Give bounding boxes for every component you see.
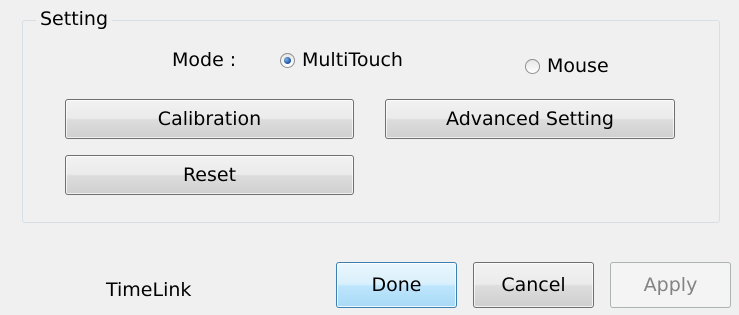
cancel-button[interactable]: Cancel — [473, 262, 594, 308]
done-button[interactable]: Done — [336, 262, 457, 308]
reset-button[interactable]: Reset — [65, 155, 354, 195]
brand-label: TimeLink — [106, 279, 192, 301]
mode-radio-mouse[interactable]: Mouse — [525, 54, 609, 78]
mode-option-mouse-label: Mouse — [547, 55, 609, 77]
mode-label: Mode : — [172, 49, 237, 71]
calibration-button[interactable]: Calibration — [65, 99, 354, 139]
mode-radio-multitouch[interactable]: MultiTouch — [280, 48, 403, 72]
mode-option-multitouch-label: MultiTouch — [302, 49, 403, 71]
radio-selected-icon — [280, 52, 295, 68]
setting-group-title: Setting — [36, 7, 113, 31]
advanced-setting-button[interactable]: Advanced Setting — [385, 99, 675, 139]
apply-button[interactable]: Apply — [610, 262, 731, 308]
radio-unselected-icon — [525, 58, 540, 74]
